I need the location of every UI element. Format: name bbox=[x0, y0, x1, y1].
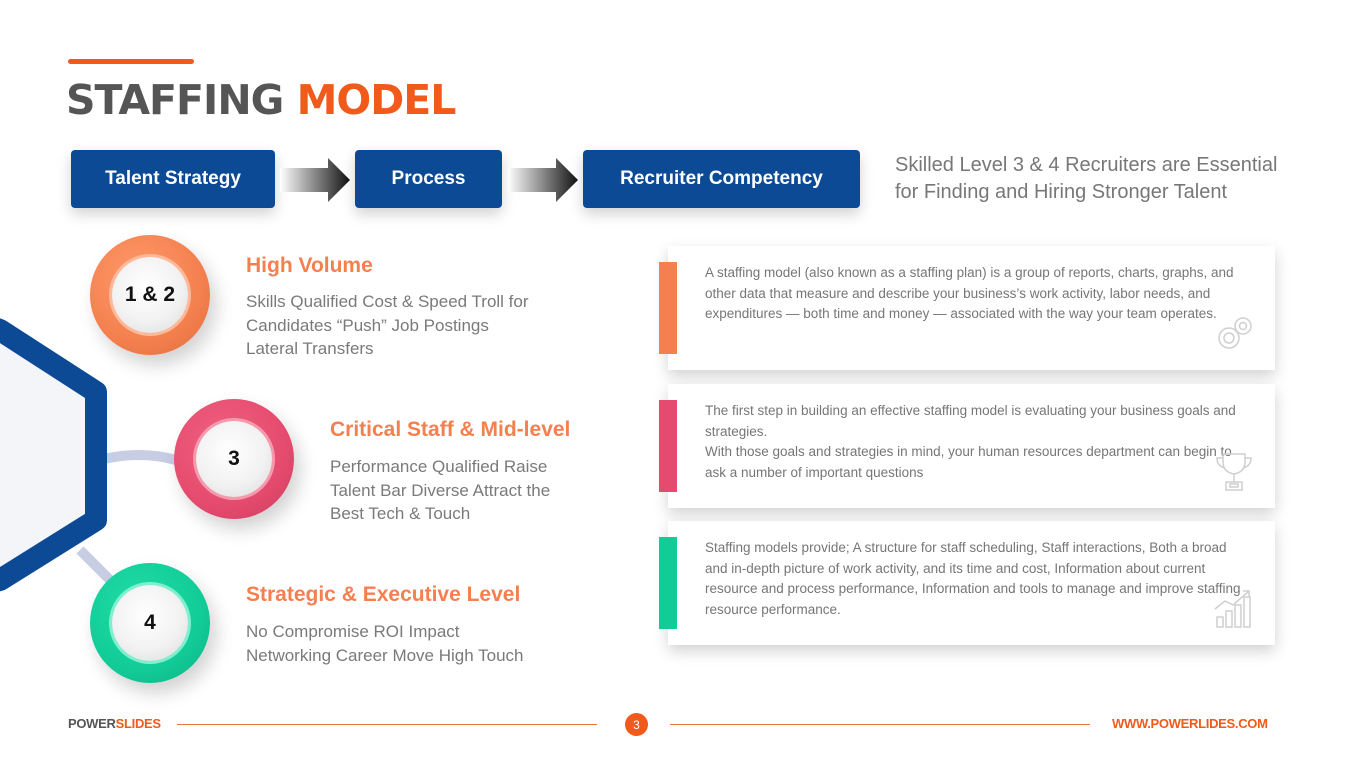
level-badge-label: 3 bbox=[228, 447, 240, 470]
footer-divider bbox=[670, 724, 1090, 725]
card-text: The first step in building an effective … bbox=[705, 403, 1236, 481]
growth-chart-icon bbox=[1214, 590, 1251, 628]
level-badge-label: 1 & 2 bbox=[124, 283, 176, 306]
info-card: Staffing models provide; A structure for… bbox=[659, 521, 1275, 645]
trophy-icon bbox=[1216, 453, 1252, 491]
card-text: A staffing model (also known as a staffi… bbox=[705, 265, 1234, 322]
level-description: No Compromise ROI Impact Networking Care… bbox=[246, 622, 524, 665]
footer-divider bbox=[177, 724, 597, 725]
level-badge-4: 4 bbox=[90, 563, 210, 683]
card-accent-bar bbox=[659, 262, 677, 354]
level-title: Critical Staff & Mid-level bbox=[330, 418, 571, 441]
level-title: High Volume bbox=[246, 254, 373, 277]
level-badge-label: 4 bbox=[144, 611, 156, 634]
arrow-right-icon bbox=[508, 158, 578, 202]
title-part-2: MODEL bbox=[296, 76, 457, 124]
level-badge-3: 3 bbox=[174, 399, 294, 519]
level-title: Strategic & Executive Level bbox=[246, 583, 521, 606]
tagline: Skilled Level 3 & 4 Recruiters are Essen… bbox=[895, 154, 1278, 203]
flow-step-label: Talent Strategy bbox=[105, 168, 241, 189]
card-text: Staffing models provide; A structure for… bbox=[705, 540, 1241, 618]
card-accent-bar bbox=[659, 537, 677, 629]
info-card: A staffing model (also known as a staffi… bbox=[659, 246, 1275, 370]
title-part-1: STAFFING bbox=[66, 76, 284, 124]
card-accent-bar bbox=[659, 400, 677, 492]
footer-url[interactable]: WWW.POWERLIDES.COM bbox=[1112, 716, 1268, 731]
arrow-right-icon bbox=[280, 158, 350, 202]
flow-step-talent-strategy: Talent Strategy bbox=[71, 150, 275, 208]
title-accent-bar bbox=[68, 59, 194, 64]
level-description: Skills Qualified Cost & Speed Troll for … bbox=[246, 292, 529, 358]
page-title: STAFFING MODEL bbox=[66, 76, 457, 124]
footer-brand-part-2: SLIDES bbox=[115, 716, 161, 731]
flow-step-recruiter-competency: Recruiter Competency bbox=[583, 150, 860, 208]
gears-icon bbox=[1218, 317, 1252, 349]
footer-brand-part-1: POWER bbox=[68, 716, 116, 731]
flow-step-label: Process bbox=[391, 168, 466, 189]
level-badge-1-2: 1 & 2 bbox=[90, 235, 210, 355]
page-number: 3 bbox=[625, 713, 648, 736]
flow-step-label: Recruiter Competency bbox=[620, 168, 823, 189]
info-card: The first step in building an effective … bbox=[659, 384, 1275, 508]
level-description: Performance Qualified Raise Talent Bar D… bbox=[330, 457, 551, 523]
footer-brand: POWERSLIDES bbox=[68, 716, 161, 731]
flow-step-process: Process bbox=[355, 150, 502, 208]
